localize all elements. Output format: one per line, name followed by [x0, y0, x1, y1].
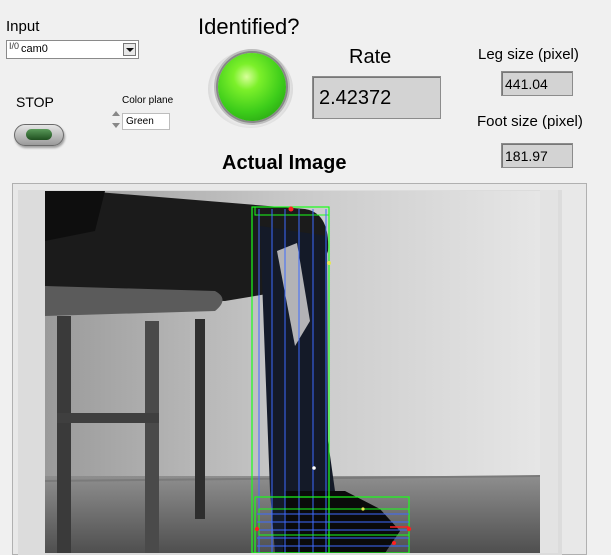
- chair-seat: [45, 286, 223, 316]
- color-plane-value[interactable]: Green: [122, 113, 170, 130]
- foot-right-marker: [406, 526, 412, 532]
- leg-side-marker: [327, 261, 331, 265]
- foot-left-marker: [254, 526, 260, 532]
- image-title: Actual Image: [222, 152, 347, 174]
- io-name-icon: I/0: [9, 41, 20, 51]
- stop-button[interactable]: [14, 124, 64, 146]
- foot-size-indicator: 181.97: [501, 143, 573, 168]
- chair-leg-3: [195, 319, 205, 519]
- input-dropdown[interactable]: I/0 cam0: [6, 40, 139, 59]
- chevron-down-icon[interactable]: [123, 43, 136, 56]
- spinner-arrows-icon[interactable]: [111, 109, 121, 133]
- increment-arrow-icon[interactable]: [112, 111, 120, 116]
- image-scrollbar[interactable]: [540, 190, 558, 553]
- identified-label: Identified?: [198, 14, 300, 39]
- rate-label: Rate: [349, 46, 392, 68]
- input-value: cam0: [21, 43, 48, 55]
- identified-led-indicator: [218, 53, 286, 121]
- leg-size-label: Leg size (pixel): [478, 46, 579, 63]
- decrement-arrow-icon[interactable]: [112, 123, 120, 128]
- chair-rung: [57, 413, 159, 423]
- rate-indicator: 2.42372: [312, 76, 441, 119]
- leg-size-indicator: 441.04: [501, 71, 573, 96]
- foot-top-marker: [361, 507, 365, 511]
- leg-mid-marker: [312, 466, 316, 470]
- chair-leg-1: [57, 316, 71, 553]
- foot-size-label: Foot size (pixel): [477, 113, 583, 130]
- foot-bottom-marker: [392, 541, 396, 545]
- leg-top-marker: [288, 206, 294, 212]
- camera-image[interactable]: [45, 191, 540, 553]
- color-plane-label: Color plane: [122, 95, 174, 106]
- input-label: Input: [6, 18, 40, 35]
- chair-leg-2: [145, 321, 159, 553]
- stop-indicator: [26, 129, 52, 140]
- stop-label: STOP: [16, 94, 54, 110]
